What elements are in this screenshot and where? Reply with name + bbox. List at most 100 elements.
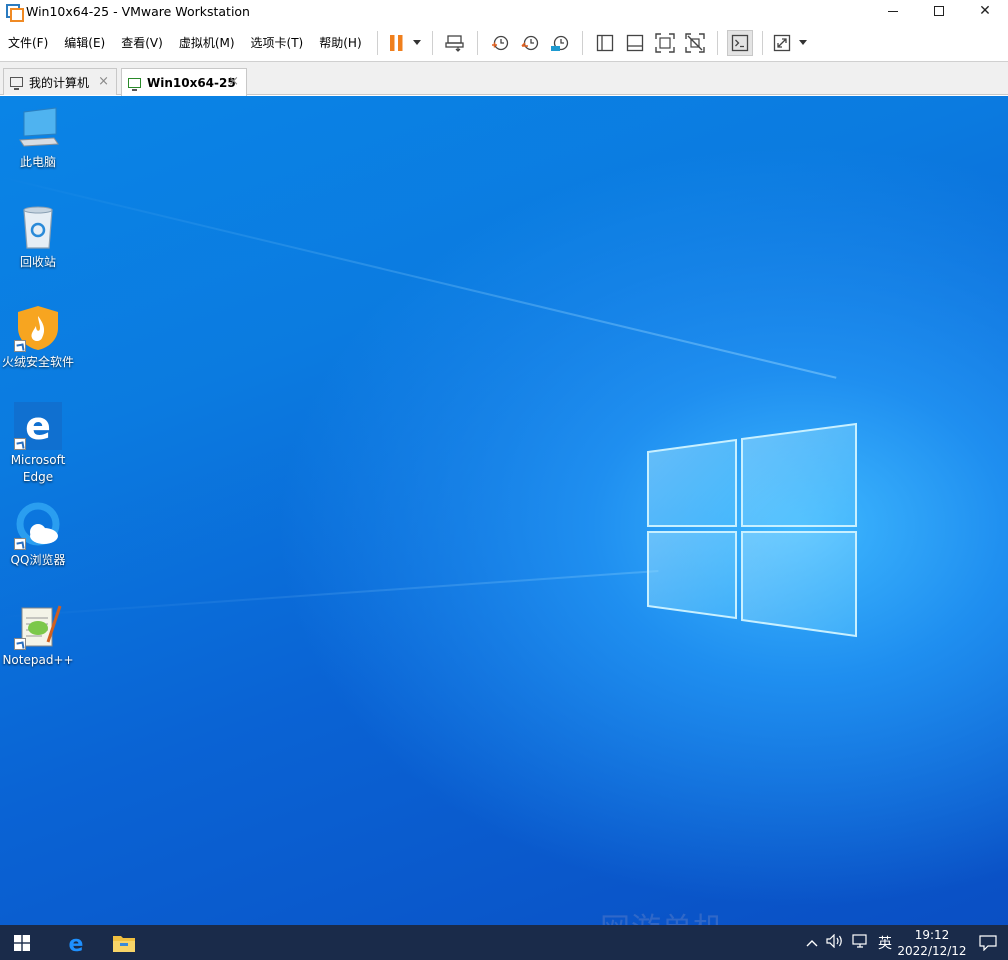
menu-view[interactable]: 查看(V) <box>113 30 171 56</box>
pause-dropdown-icon[interactable] <box>412 40 421 45</box>
unity-icon <box>684 32 705 53</box>
notepad-plus-plus-icon <box>14 602 62 650</box>
shortcut-arrow-icon <box>14 538 26 550</box>
guest-desktop[interactable]: 此电脑 回收站 火绒安全软件 e Microsoft Edge QQ浏览器 No… <box>0 96 1008 925</box>
edge-icon: e <box>14 402 62 450</box>
thumbnail-view-icon <box>626 34 643 51</box>
full-screen-button[interactable] <box>652 30 678 56</box>
take-snapshot-button[interactable] <box>487 30 513 56</box>
desktop-icon-qq-browser[interactable]: QQ浏览器 <box>0 502 76 569</box>
menu-help[interactable]: 帮助(H) <box>311 30 369 56</box>
system-tray: 英 19:12 2022/12/12 <box>802 925 1008 960</box>
revert-snapshot-button[interactable] <box>517 30 543 56</box>
toolbar-separator <box>431 30 433 55</box>
volume-icon <box>826 933 842 948</box>
start-button[interactable] <box>0 925 44 960</box>
shortcut-arrow-icon <box>14 638 26 650</box>
desktop-icon-huorong[interactable]: 火绒安全软件 <box>0 304 76 371</box>
recycle-bin-icon <box>14 204 62 252</box>
show-library-button[interactable] <box>592 30 618 56</box>
input-language-button[interactable]: 英 <box>874 933 896 953</box>
network-icon <box>852 933 867 948</box>
menu-vm[interactable]: 虚拟机(M) <box>171 30 243 56</box>
tab-label: Win10x64-25 <box>147 75 236 90</box>
menu-toolbar: 文件(F) 编辑(E) 查看(V) 虚拟机(M) 选项卡(T) 帮助(H) <box>0 24 1008 62</box>
stretch-guest-icon <box>773 34 790 51</box>
notification-icon <box>979 934 997 951</box>
windows-logo-icon <box>647 422 857 638</box>
pause-button[interactable] <box>387 30 423 56</box>
tab-win10x64-25[interactable]: Win10x64-25 × <box>121 68 247 96</box>
snapshot-take-icon <box>491 35 508 50</box>
edge-icon: e <box>69 932 84 954</box>
library-view-icon <box>596 34 613 51</box>
toolbar-separator <box>581 30 583 55</box>
send-ctrl-alt-del-button[interactable] <box>442 30 468 56</box>
menu-edit[interactable]: 编辑(E) <box>56 30 113 56</box>
qq-browser-icon <box>14 502 62 550</box>
svg-text:e: e <box>69 932 84 954</box>
watermark: 网游单机 JiaoBenWang.Com <box>600 904 1008 925</box>
toolbar-separator <box>716 30 718 55</box>
windows-start-icon <box>14 934 30 951</box>
desktop-icon-label: 回收站 <box>19 255 56 269</box>
tab-my-computer[interactable]: 我的计算机 × <box>3 68 117 95</box>
action-center-button[interactable] <box>968 925 1008 960</box>
taskbar-edge[interactable]: e <box>52 925 100 960</box>
snapshot-revert-icon <box>521 35 538 50</box>
network-button[interactable] <box>848 933 874 952</box>
clock-date: 2022/12/12 <box>897 943 967 958</box>
minimize-icon <box>888 10 898 12</box>
desktop-icon-label: Notepad++ <box>2 653 74 667</box>
huorong-security-icon <box>14 304 62 352</box>
volume-button[interactable] <box>822 933 848 952</box>
fullscreen-icon <box>654 32 675 53</box>
tab-label: 我的计算机 <box>29 75 90 90</box>
light-ray <box>0 176 837 379</box>
stretch-dropdown-icon[interactable] <box>798 40 807 45</box>
desktop-icon-label: 此电脑 <box>19 155 56 169</box>
light-ray <box>0 569 659 618</box>
clock-time: 19:12 <box>914 927 950 942</box>
desktop-icon-notepad-plus-plus[interactable]: Notepad++ <box>0 602 76 669</box>
desktop-icon-label: QQ浏览器 <box>10 553 66 567</box>
computer-icon <box>10 77 23 90</box>
desktop-icon-edge[interactable]: e Microsoft Edge <box>0 402 76 486</box>
desktop-icon-this-pc[interactable]: 此电脑 <box>0 104 76 171</box>
menu-tabs[interactable]: 选项卡(T) <box>243 30 312 56</box>
vmware-app-icon <box>6 4 24 22</box>
toolbar-separator <box>761 30 763 55</box>
snapshot-manager-button[interactable] <box>547 30 573 56</box>
tab-close-icon[interactable]: × <box>228 74 239 89</box>
shortcut-arrow-icon <box>14 438 26 450</box>
pause-icon <box>389 34 403 51</box>
this-pc-icon <box>14 104 62 152</box>
desktop-icon-label: Microsoft Edge <box>10 453 66 484</box>
desktop-icon-label: 火绒安全软件 <box>1 355 74 369</box>
chevron-up-icon <box>806 939 818 946</box>
vm-running-icon <box>128 77 141 91</box>
maximize-button[interactable] <box>916 0 962 22</box>
minimize-button[interactable] <box>870 0 916 22</box>
thumbnail-bar-button[interactable] <box>622 30 648 56</box>
close-button[interactable]: ✕ <box>962 0 1008 22</box>
menu-file[interactable]: 文件(F) <box>0 30 56 56</box>
taskbar-file-explorer[interactable] <box>100 925 148 960</box>
send-ctrl-alt-del-icon <box>444 34 464 52</box>
stretch-guest-button[interactable] <box>772 30 808 56</box>
desktop-icon-recycle-bin[interactable]: 回收站 <box>0 204 76 271</box>
window-title: Win10x64-25 - VMware Workstation <box>26 3 250 19</box>
console-view-icon <box>731 34 748 51</box>
guest-taskbar: e 英 19:12 2022/12/12 <box>0 925 1008 960</box>
unity-button[interactable] <box>682 30 708 56</box>
toolbar-separator <box>376 30 378 55</box>
snapshot-manager-icon <box>550 35 568 51</box>
window-titlebar[interactable]: Win10x64-25 - VMware Workstation ✕ <box>0 0 1008 22</box>
show-hidden-icons-button[interactable] <box>802 935 822 951</box>
tab-bar: 我的计算机 × Win10x64-25 × <box>0 62 1008 96</box>
toolbar-separator <box>476 30 478 55</box>
tab-close-icon[interactable]: × <box>98 74 109 89</box>
shortcut-arrow-icon <box>14 340 26 352</box>
console-view-button[interactable] <box>726 29 753 56</box>
taskbar-clock[interactable]: 19:12 2022/12/12 <box>896 927 968 959</box>
